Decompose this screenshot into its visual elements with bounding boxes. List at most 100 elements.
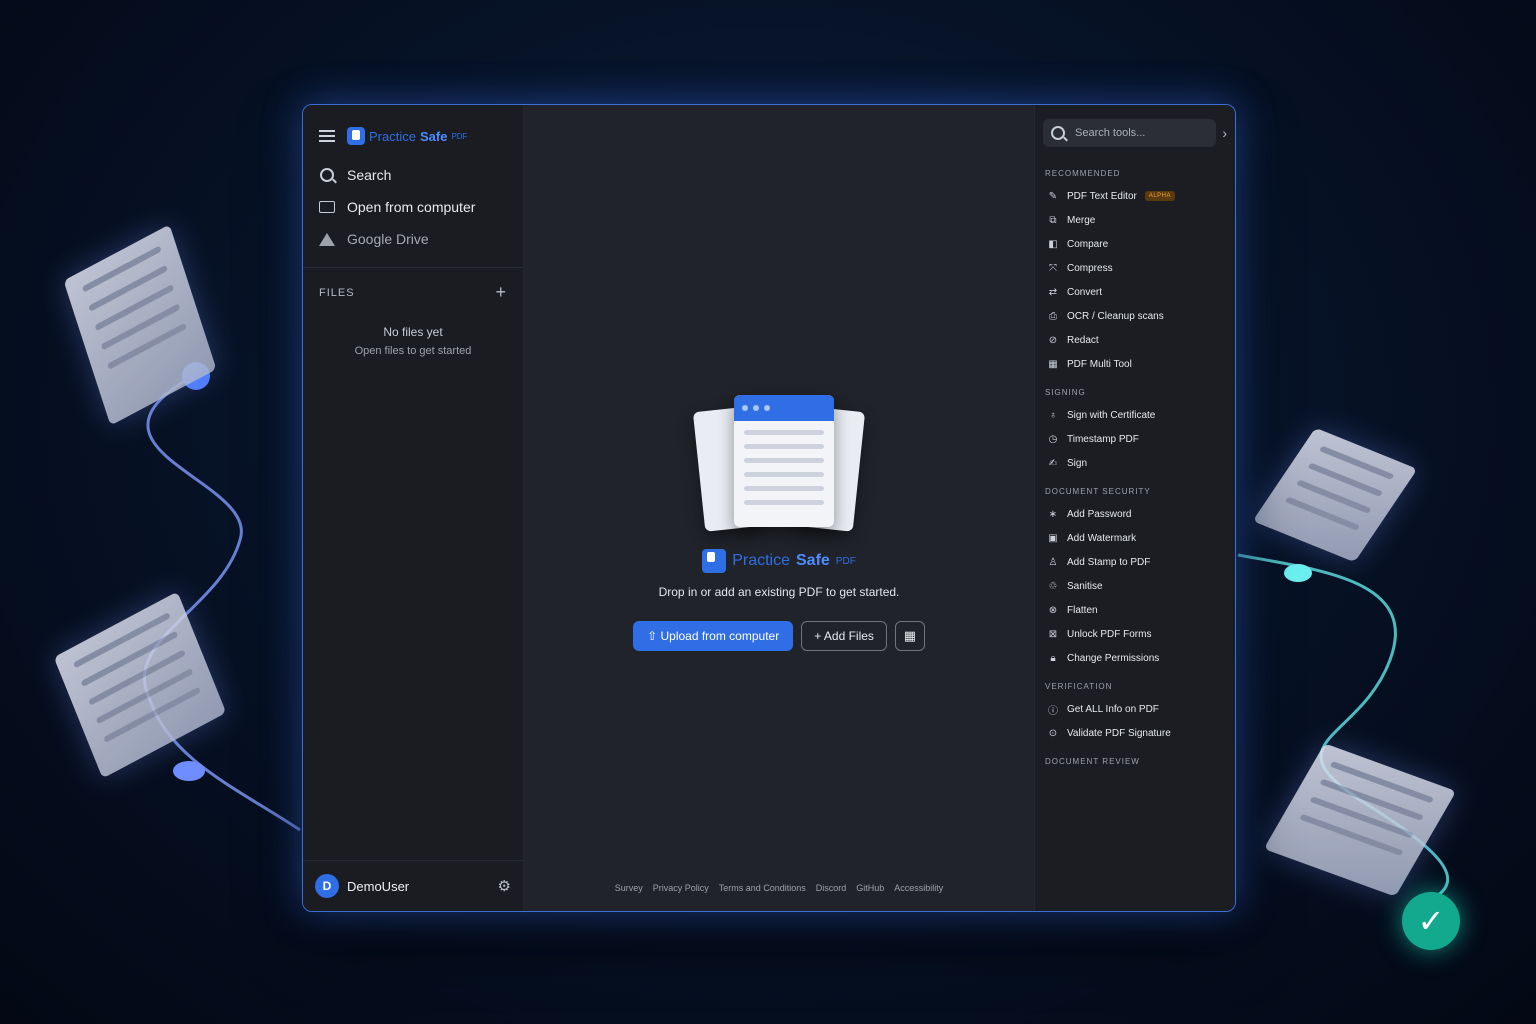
empty-subtitle: Open files to get started [354,345,472,357]
app-logo: Practice Safe PDF [347,127,467,145]
upload-from-computer-button[interactable]: ⇧ Upload from computer [633,621,794,651]
footer-link-survey[interactable]: Survey [615,883,643,893]
tool-item-label: Add Stamp to PDF [1067,556,1151,568]
qr-code-icon: ▦ [903,628,917,643]
sidebar-nav: Search Open from computer Google Drive [303,155,523,259]
app-window: Practice Safe PDF Search Open from compute… [302,104,1236,912]
tool-item[interactable]: ♲ Sanitise [1045,574,1225,598]
tool-item-label: Sign [1067,457,1088,469]
tool-item-label: Compress [1067,262,1113,274]
chevron-right-icon[interactable]: › [1222,125,1227,141]
watermark-icon: ▣ [1048,532,1058,544]
multi-tool-icon: ▦ [1048,358,1058,370]
tool-section-title: SIGNING [1045,388,1086,397]
tool-item[interactable]: ⧉ Merge [1045,208,1225,232]
tool-item[interactable]: ⤧ Compress [1045,256,1225,280]
unlock-forms-icon: ⊠ [1048,628,1058,640]
tool-item-label: Sanitise [1067,580,1103,592]
flatten-icon: ⊗ [1048,604,1058,616]
avatar[interactable]: D [315,874,339,898]
convert-icon: ⇄ [1048,286,1058,298]
main-workspace: Practice Safe PDF Drop in or add an existi… [524,105,1034,911]
tool-section: DOCUMENT REVIEW [1035,757,1235,766]
tool-item[interactable]: ◧ Compare [1045,232,1225,256]
tool-search-input[interactable] [1073,126,1187,140]
logo-mark-icon [702,549,727,573]
documents-illustration [689,395,869,535]
tool-item-label: Compare [1067,238,1109,250]
add-file-button[interactable]: + [495,282,507,303]
tool-item[interactable]: ✍ Sign [1045,451,1225,475]
plus-icon: + [814,629,822,643]
tool-item[interactable]: ⊙ Validate PDF Signature [1045,721,1225,745]
tool-item[interactable]: ♁ Sign with Certificate [1045,403,1225,427]
redact-icon: ⊘ [1048,334,1058,346]
tool-item[interactable]: ◷ Timestamp PDF [1045,427,1225,451]
tool-item-label: Flatten [1067,604,1098,616]
tool-item[interactable]: ⊘ Redact [1045,328,1225,352]
tools-panel: › RECOMMENDED ✎ PDF Text Editor ALPHA ⧉ Merge… [1034,105,1235,911]
empty-workspace-hero: Practice Safe PDF Drop in or add an existi… [524,395,1034,651]
tool-section: VERIFICATION ⓘ Get ALL Info on PDF ⊙ Validat… [1035,682,1235,745]
tool-search-field[interactable] [1043,119,1217,147]
info-icon: ⓘ [1048,705,1058,717]
validate-icon: ⊙ [1048,727,1058,739]
menu-icon[interactable] [319,130,335,142]
tool-item-label: Convert [1067,286,1103,298]
gear-icon[interactable]: ⚙ [498,877,511,895]
divider [303,267,523,268]
tool-item[interactable]: ⓘ Get ALL Info on PDF [1045,697,1225,721]
add-files-button[interactable]: + Add Files [801,621,887,651]
tool-item-label: Validate PDF Signature [1067,727,1171,739]
footer-link-github[interactable]: GitHub [856,883,884,893]
tool-item-label: Change Permissions [1067,652,1160,664]
tool-section-title: DOCUMENT REVIEW [1045,757,1140,766]
google-drive-icon [319,231,335,247]
nav-open-from-computer[interactable]: Open from computer [303,191,523,223]
tool-item[interactable]: 🔒︎ Change Permissions [1045,646,1225,670]
ocr-icon: ⎙ [1049,310,1057,322]
checkmark-icon: ✓ [1402,892,1460,950]
tool-item-label: Timestamp PDF [1067,433,1139,445]
tool-item[interactable]: ⊠ Unlock PDF Forms [1045,622,1225,646]
footer-link-terms[interactable]: Terms and Conditions [719,883,806,893]
password-icon: ∗ [1048,508,1058,520]
tool-section: SIGNING ♁ Sign with Certificate ◷ Timestamp … [1035,388,1235,475]
search-icon [1051,126,1065,140]
signature-icon: ✍ [1048,457,1058,469]
user-bar: D DemoUser ⚙ [303,860,523,911]
tool-item-label: Unlock PDF Forms [1067,628,1152,640]
tool-item[interactable]: ▣ Add Watermark [1045,526,1225,550]
clock-icon: ◷ [1048,433,1058,445]
sidebar-header: Practice Safe PDF [303,105,523,155]
folder-icon [319,199,335,215]
edit-icon: ✎ [1048,190,1058,202]
tool-item-label: Redact [1067,334,1099,346]
tool-item-label: Get ALL Info on PDF [1067,703,1159,715]
user-name: DemoUser [347,878,410,894]
tool-section-title: DOCUMENT SECURITY [1045,487,1151,496]
footer-link-discord[interactable]: Discord [816,883,847,893]
tool-item[interactable]: ✎ PDF Text Editor ALPHA [1045,184,1225,208]
tool-item[interactable]: ⇄ Convert [1045,280,1225,304]
tool-item-label: Add Password [1067,508,1132,520]
tool-item-label: PDF Multi Tool [1067,358,1132,370]
tool-section-title: RECOMMENDED [1045,169,1121,178]
footer-link-accessibility[interactable]: Accessibility [894,883,943,893]
nav-search[interactable]: Search [303,159,523,191]
tool-item[interactable]: ∗ Add Password [1045,502,1225,526]
footer-link-privacy-policy[interactable]: Privacy Policy [653,883,709,893]
tool-search-bar: › [1035,105,1235,157]
alpha-badge: ALPHA [1144,191,1176,201]
tool-item[interactable]: ⊗ Flatten [1045,598,1225,622]
lock-icon: 🔒︎ [1050,652,1056,664]
nav-google-drive[interactable]: Google Drive [303,223,523,255]
tool-item[interactable]: ♙ Add Stamp to PDF [1045,550,1225,574]
qr-code-button[interactable]: ▦ [894,621,925,651]
tool-item[interactable]: ⎙ OCR / Cleanup scans [1045,304,1225,328]
tool-item[interactable]: ▦ PDF Multi Tool [1045,352,1225,376]
stamp-icon: ♙ [1048,556,1058,568]
files-title: FILES [319,286,355,299]
tool-section: DOCUMENT SECURITY ∗ Add Password ▣ Add Water… [1035,487,1235,670]
hero-tagline: Drop in or add an existing PDF to get st… [658,585,900,599]
